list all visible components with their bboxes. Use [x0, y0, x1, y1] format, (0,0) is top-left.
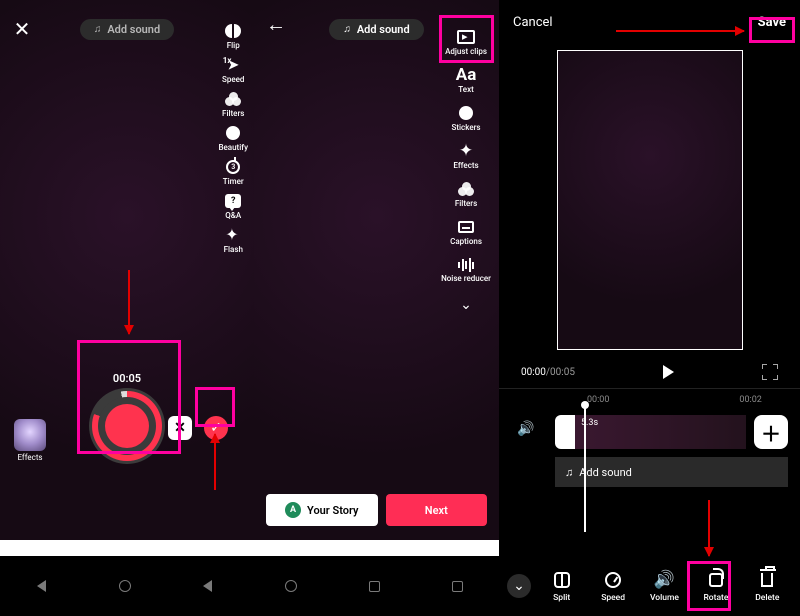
music-note-icon: ♫ — [565, 466, 573, 479]
captions-tool[interactable]: Captions — [450, 218, 482, 246]
your-story-button[interactable]: A Your Story — [266, 494, 378, 526]
effects-thumbnail-icon — [14, 419, 46, 451]
music-note-icon: ♫ — [343, 24, 351, 35]
close-icon[interactable]: ✕ — [8, 15, 36, 43]
qa-tool[interactable]: ? Q&A — [225, 192, 241, 220]
stickers-tool[interactable]: Stickers — [452, 104, 481, 132]
annotation-arrow — [708, 500, 710, 556]
nav-home-icon[interactable] — [282, 577, 300, 595]
add-sound-label: Add sound — [107, 23, 160, 36]
add-sound-label: Add sound — [579, 466, 632, 479]
annotation-arrow — [128, 270, 130, 334]
flip-tool[interactable]: Flip — [225, 22, 241, 50]
add-sound-button[interactable]: ♫ Add sound — [329, 19, 423, 40]
qa-icon: ? — [225, 192, 241, 210]
beautify-tool[interactable]: Beautify — [218, 124, 248, 152]
adjust-clips-screen: Cancel Save 00:00/00:05 00:00 00:02 🔊 5.… — [499, 0, 800, 616]
nav-back-icon[interactable] — [199, 577, 217, 595]
effects-icon: ✦ — [459, 142, 473, 160]
fullscreen-icon[interactable] — [762, 364, 778, 380]
record-progress-ring — [89, 388, 165, 464]
split-tool[interactable]: Split — [537, 570, 586, 603]
rotate-tool[interactable]: Rotate — [691, 570, 740, 603]
edit-tool-column: Adjust clips Aa Text Stickers ✦ Effects … — [441, 28, 491, 313]
annotation-arrow — [214, 434, 216, 490]
effects-button[interactable]: Effects — [14, 419, 46, 462]
effects-tool[interactable]: ✦ Effects — [453, 142, 478, 170]
text-tool[interactable]: Aa Text — [456, 66, 477, 94]
playhead[interactable] — [584, 405, 586, 532]
filters-tool[interactable]: Filters — [455, 180, 477, 208]
timer-icon: 3 — [226, 158, 240, 176]
stickers-icon — [459, 104, 473, 122]
avatar: A — [285, 502, 301, 518]
filters-icon — [225, 90, 241, 108]
nav-back-icon[interactable] — [33, 577, 51, 595]
adjust-clips-icon — [457, 28, 475, 46]
flash-icon — [228, 226, 238, 244]
delete-tool[interactable]: Delete — [743, 570, 792, 603]
video-clip[interactable]: 5.3s — [575, 415, 746, 449]
beautify-icon — [226, 124, 240, 142]
record-button-icon — [105, 404, 149, 448]
flip-icon — [225, 22, 241, 40]
timeline[interactable]: 00:00 00:02 🔊 5.3s ＋ ♫ Add sound — [499, 388, 800, 538]
recording-time: 00:05 — [113, 372, 141, 385]
discard-button[interactable]: ✕ — [168, 416, 192, 440]
noise-reducer-tool[interactable]: Noise reducer — [441, 256, 491, 283]
text-icon: Aa — [456, 66, 477, 84]
annotation-arrow — [616, 30, 744, 32]
clip-tool-bar: ⌄ Split Speed 🔊 Volume Rotate Delete — [499, 556, 800, 616]
captions-icon — [458, 218, 474, 236]
clip-trim-handle[interactable] — [555, 415, 575, 449]
save-button[interactable]: Save — [758, 15, 786, 30]
volume-icon[interactable]: 🔊 — [517, 421, 534, 437]
filters-icon — [458, 180, 474, 198]
edit-screen: ← ♫ Add sound Adjust clips Aa Text Stick… — [254, 0, 499, 540]
volume-tool[interactable]: 🔊 Volume — [640, 570, 689, 603]
camera-tool-column: Flip 1x➤ Speed Filters Beautify 3 Timer … — [218, 22, 248, 254]
speed-1x-icon: 1x➤ — [228, 56, 239, 74]
rotate-icon — [709, 570, 723, 590]
playback-time: 00:00/00:05 — [521, 367, 575, 378]
speed-tool[interactable]: 1x➤ Speed — [222, 56, 244, 84]
split-icon — [554, 570, 570, 590]
add-clip-button[interactable]: ＋ — [754, 415, 788, 449]
record-button[interactable] — [89, 388, 165, 464]
timer-tool[interactable]: 3 Timer — [223, 158, 244, 186]
music-note-icon: ♫ — [94, 24, 102, 35]
video-preview — [557, 50, 743, 350]
nav-home-icon[interactable] — [116, 577, 134, 595]
add-sound-button[interactable]: ♫ Add sound — [80, 19, 174, 40]
chevron-down-icon[interactable]: ⌄ — [460, 297, 472, 313]
add-sound-label: Add sound — [357, 23, 410, 36]
your-story-label: Your Story — [307, 504, 359, 517]
nav-recent-icon[interactable] — [448, 577, 466, 595]
speed-tool[interactable]: Speed — [588, 570, 637, 603]
chevron-down-icon[interactable]: ⌄ — [507, 574, 531, 598]
next-label: Next — [425, 504, 448, 517]
noise-reducer-icon — [458, 256, 474, 274]
trash-icon — [761, 570, 773, 590]
adjust-clips-tool[interactable]: Adjust clips — [445, 28, 487, 56]
add-sound-row[interactable]: ♫ Add sound — [555, 457, 788, 487]
cancel-button[interactable]: Cancel — [513, 15, 553, 30]
next-button[interactable]: Next — [386, 494, 487, 526]
android-navbar — [0, 556, 499, 616]
volume-icon: 🔊 — [654, 570, 675, 590]
timeline-ruler: 00:00 00:02 — [499, 389, 800, 405]
speed-icon — [605, 570, 621, 590]
nav-recent-icon[interactable] — [365, 577, 383, 595]
flash-tool[interactable]: Flash — [224, 226, 243, 254]
video-track[interactable]: 5.3s ＋ — [555, 415, 788, 449]
play-icon[interactable] — [663, 365, 674, 379]
filters-tool[interactable]: Filters — [222, 90, 244, 118]
